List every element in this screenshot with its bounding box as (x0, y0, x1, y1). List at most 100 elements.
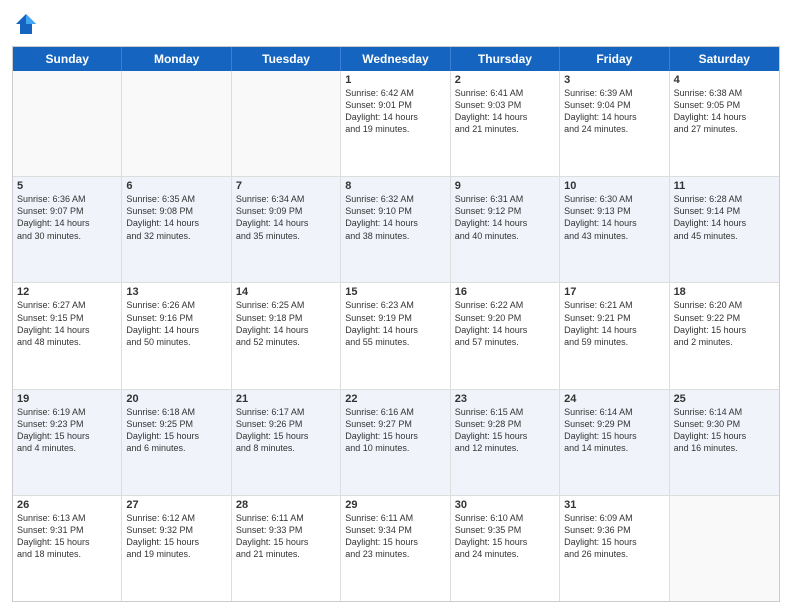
day-cell-31: 31Sunrise: 6:09 AM Sunset: 9:36 PM Dayli… (560, 496, 669, 601)
calendar-row-3: 19Sunrise: 6:19 AM Sunset: 9:23 PM Dayli… (13, 390, 779, 496)
day-info: Sunrise: 6:31 AM Sunset: 9:12 PM Dayligh… (455, 193, 555, 242)
header-day-saturday: Saturday (670, 47, 779, 71)
calendar: SundayMondayTuesdayWednesdayThursdayFrid… (12, 46, 780, 602)
day-info: Sunrise: 6:26 AM Sunset: 9:16 PM Dayligh… (126, 299, 226, 348)
day-cell-11: 11Sunrise: 6:28 AM Sunset: 9:14 PM Dayli… (670, 177, 779, 282)
day-number: 13 (126, 286, 226, 298)
day-cell-16: 16Sunrise: 6:22 AM Sunset: 9:20 PM Dayli… (451, 283, 560, 388)
day-number: 28 (236, 499, 336, 511)
day-number: 29 (345, 499, 445, 511)
day-cell-2: 2Sunrise: 6:41 AM Sunset: 9:03 PM Daylig… (451, 71, 560, 176)
day-info: Sunrise: 6:11 AM Sunset: 9:33 PM Dayligh… (236, 512, 336, 561)
day-number: 9 (455, 180, 555, 192)
day-info: Sunrise: 6:39 AM Sunset: 9:04 PM Dayligh… (564, 87, 664, 136)
empty-cell-0-2 (232, 71, 341, 176)
day-info: Sunrise: 6:13 AM Sunset: 9:31 PM Dayligh… (17, 512, 117, 561)
day-cell-30: 30Sunrise: 6:10 AM Sunset: 9:35 PM Dayli… (451, 496, 560, 601)
day-number: 18 (674, 286, 775, 298)
day-number: 30 (455, 499, 555, 511)
day-number: 20 (126, 393, 226, 405)
empty-cell-4-6 (670, 496, 779, 601)
header-day-wednesday: Wednesday (341, 47, 450, 71)
day-cell-29: 29Sunrise: 6:11 AM Sunset: 9:34 PM Dayli… (341, 496, 450, 601)
calendar-header-row: SundayMondayTuesdayWednesdayThursdayFrid… (13, 47, 779, 71)
day-cell-25: 25Sunrise: 6:14 AM Sunset: 9:30 PM Dayli… (670, 390, 779, 495)
day-number: 16 (455, 286, 555, 298)
day-info: Sunrise: 6:32 AM Sunset: 9:10 PM Dayligh… (345, 193, 445, 242)
day-cell-9: 9Sunrise: 6:31 AM Sunset: 9:12 PM Daylig… (451, 177, 560, 282)
logo-icon (12, 10, 40, 38)
day-info: Sunrise: 6:16 AM Sunset: 9:27 PM Dayligh… (345, 406, 445, 455)
day-cell-27: 27Sunrise: 6:12 AM Sunset: 9:32 PM Dayli… (122, 496, 231, 601)
header-day-monday: Monday (122, 47, 231, 71)
day-cell-26: 26Sunrise: 6:13 AM Sunset: 9:31 PM Dayli… (13, 496, 122, 601)
day-number: 14 (236, 286, 336, 298)
day-cell-19: 19Sunrise: 6:19 AM Sunset: 9:23 PM Dayli… (13, 390, 122, 495)
header (12, 10, 780, 38)
day-info: Sunrise: 6:12 AM Sunset: 9:32 PM Dayligh… (126, 512, 226, 561)
day-number: 12 (17, 286, 117, 298)
day-cell-24: 24Sunrise: 6:14 AM Sunset: 9:29 PM Dayli… (560, 390, 669, 495)
calendar-row-0: 1Sunrise: 6:42 AM Sunset: 9:01 PM Daylig… (13, 71, 779, 177)
day-cell-23: 23Sunrise: 6:15 AM Sunset: 9:28 PM Dayli… (451, 390, 560, 495)
day-info: Sunrise: 6:10 AM Sunset: 9:35 PM Dayligh… (455, 512, 555, 561)
day-info: Sunrise: 6:23 AM Sunset: 9:19 PM Dayligh… (345, 299, 445, 348)
header-day-thursday: Thursday (451, 47, 560, 71)
day-info: Sunrise: 6:34 AM Sunset: 9:09 PM Dayligh… (236, 193, 336, 242)
day-info: Sunrise: 6:25 AM Sunset: 9:18 PM Dayligh… (236, 299, 336, 348)
day-info: Sunrise: 6:14 AM Sunset: 9:30 PM Dayligh… (674, 406, 775, 455)
day-cell-3: 3Sunrise: 6:39 AM Sunset: 9:04 PM Daylig… (560, 71, 669, 176)
day-number: 15 (345, 286, 445, 298)
day-info: Sunrise: 6:18 AM Sunset: 9:25 PM Dayligh… (126, 406, 226, 455)
day-number: 19 (17, 393, 117, 405)
day-number: 5 (17, 180, 117, 192)
day-number: 4 (674, 74, 775, 86)
day-cell-5: 5Sunrise: 6:36 AM Sunset: 9:07 PM Daylig… (13, 177, 122, 282)
day-cell-21: 21Sunrise: 6:17 AM Sunset: 9:26 PM Dayli… (232, 390, 341, 495)
day-info: Sunrise: 6:27 AM Sunset: 9:15 PM Dayligh… (17, 299, 117, 348)
day-number: 11 (674, 180, 775, 192)
day-cell-13: 13Sunrise: 6:26 AM Sunset: 9:16 PM Dayli… (122, 283, 231, 388)
day-cell-1: 1Sunrise: 6:42 AM Sunset: 9:01 PM Daylig… (341, 71, 450, 176)
day-number: 1 (345, 74, 445, 86)
day-number: 27 (126, 499, 226, 511)
page: SundayMondayTuesdayWednesdayThursdayFrid… (0, 0, 792, 612)
day-cell-15: 15Sunrise: 6:23 AM Sunset: 9:19 PM Dayli… (341, 283, 450, 388)
day-info: Sunrise: 6:35 AM Sunset: 9:08 PM Dayligh… (126, 193, 226, 242)
day-info: Sunrise: 6:22 AM Sunset: 9:20 PM Dayligh… (455, 299, 555, 348)
day-info: Sunrise: 6:28 AM Sunset: 9:14 PM Dayligh… (674, 193, 775, 242)
day-cell-8: 8Sunrise: 6:32 AM Sunset: 9:10 PM Daylig… (341, 177, 450, 282)
day-info: Sunrise: 6:21 AM Sunset: 9:21 PM Dayligh… (564, 299, 664, 348)
header-day-sunday: Sunday (13, 47, 122, 71)
day-info: Sunrise: 6:30 AM Sunset: 9:13 PM Dayligh… (564, 193, 664, 242)
logo (12, 10, 44, 38)
day-info: Sunrise: 6:09 AM Sunset: 9:36 PM Dayligh… (564, 512, 664, 561)
day-number: 10 (564, 180, 664, 192)
calendar-row-2: 12Sunrise: 6:27 AM Sunset: 9:15 PM Dayli… (13, 283, 779, 389)
day-number: 7 (236, 180, 336, 192)
day-info: Sunrise: 6:15 AM Sunset: 9:28 PM Dayligh… (455, 406, 555, 455)
day-info: Sunrise: 6:38 AM Sunset: 9:05 PM Dayligh… (674, 87, 775, 136)
day-number: 3 (564, 74, 664, 86)
day-cell-17: 17Sunrise: 6:21 AM Sunset: 9:21 PM Dayli… (560, 283, 669, 388)
day-number: 22 (345, 393, 445, 405)
day-cell-4: 4Sunrise: 6:38 AM Sunset: 9:05 PM Daylig… (670, 71, 779, 176)
day-cell-14: 14Sunrise: 6:25 AM Sunset: 9:18 PM Dayli… (232, 283, 341, 388)
day-number: 21 (236, 393, 336, 405)
header-day-tuesday: Tuesday (232, 47, 341, 71)
day-number: 31 (564, 499, 664, 511)
day-number: 25 (674, 393, 775, 405)
day-number: 23 (455, 393, 555, 405)
day-number: 24 (564, 393, 664, 405)
day-cell-12: 12Sunrise: 6:27 AM Sunset: 9:15 PM Dayli… (13, 283, 122, 388)
day-cell-22: 22Sunrise: 6:16 AM Sunset: 9:27 PM Dayli… (341, 390, 450, 495)
day-cell-7: 7Sunrise: 6:34 AM Sunset: 9:09 PM Daylig… (232, 177, 341, 282)
day-info: Sunrise: 6:11 AM Sunset: 9:34 PM Dayligh… (345, 512, 445, 561)
day-number: 26 (17, 499, 117, 511)
day-info: Sunrise: 6:20 AM Sunset: 9:22 PM Dayligh… (674, 299, 775, 348)
calendar-row-4: 26Sunrise: 6:13 AM Sunset: 9:31 PM Dayli… (13, 496, 779, 601)
day-cell-18: 18Sunrise: 6:20 AM Sunset: 9:22 PM Dayli… (670, 283, 779, 388)
day-cell-28: 28Sunrise: 6:11 AM Sunset: 9:33 PM Dayli… (232, 496, 341, 601)
calendar-body: 1Sunrise: 6:42 AM Sunset: 9:01 PM Daylig… (13, 71, 779, 601)
day-cell-10: 10Sunrise: 6:30 AM Sunset: 9:13 PM Dayli… (560, 177, 669, 282)
